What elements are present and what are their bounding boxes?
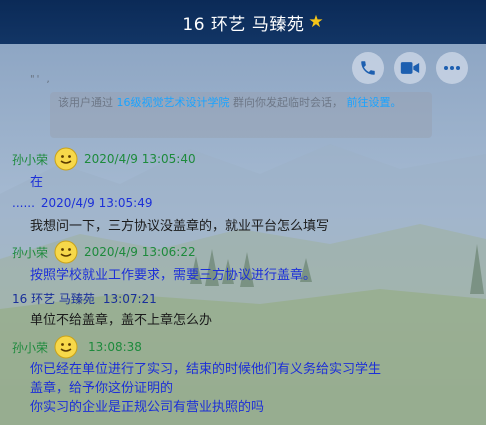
temporary-session-notice: 该用户通过 16级视觉艺术设计学院 群向你发起临时会话， 前往设置。 [50, 92, 432, 138]
message-text-line: 你实习的企业是正规公司有营业执照的吗 [30, 400, 265, 415]
message-time: 13:08:38 [88, 340, 142, 354]
sender-name: 孙小荣 [12, 245, 49, 260]
truncated-text: "' , [30, 74, 52, 85]
message-header: 16 环艺 马臻苑 13:07:21 [12, 290, 157, 307]
notice-middle: 群向你发起临时会话， [233, 96, 343, 109]
message-header: ...... 2020/4/9 13:05:49 [12, 196, 153, 210]
title-bar: 16 环艺 马臻苑 ★ [0, 0, 486, 44]
video-button[interactable] [394, 52, 426, 84]
message-text: 我想问一下，三方协议没盖章的，就业平台怎么填写 [30, 219, 330, 234]
video-icon [400, 62, 420, 74]
group-link[interactable]: 16级视觉艺术设计学院 [117, 96, 230, 109]
message-text-line: 你已经在单位进行了实习，结束的时候他们有义务给实习学生 [30, 362, 382, 377]
smiley-icon [54, 335, 78, 359]
chat-title: 16 环艺 马臻苑 [182, 14, 305, 35]
star-icon: ★ [308, 12, 324, 32]
message-text: 按照学校就业工作要求，需要三方协议进行盖章。 [30, 268, 317, 283]
message-time: 2020/4/9 13:05:49 [40, 196, 153, 210]
message-time: 2020/4/9 13:05:40 [84, 152, 196, 166]
more-icon [444, 66, 460, 70]
more-button[interactable] [436, 52, 468, 84]
message-header: 孙小荣 2020/4/9 13:06:22 [12, 240, 196, 264]
phone-icon [361, 61, 375, 75]
phone-button[interactable] [352, 52, 384, 84]
message-header: 孙小荣 13:08:38 [12, 335, 142, 359]
message-time: 2020/4/9 13:06:22 [84, 245, 196, 259]
message-time: 13:07:21 [102, 291, 157, 306]
message-header: 孙小荣 2020/4/9 13:05:40 [12, 147, 196, 171]
sender-name: 孙小荣 [12, 152, 49, 167]
notice-prefix: 该用户通过 [58, 96, 113, 109]
message-text: 在 [30, 175, 44, 190]
smiley-icon [54, 240, 78, 264]
smiley-icon [54, 147, 78, 171]
message-text: 单位不给盖章，盖不上章怎么办 [30, 313, 213, 328]
settings-link[interactable]: 前往设置。 [347, 96, 402, 109]
chat-toolbar [352, 52, 468, 84]
message-text-line: 盖章，给予你这份证明的 [30, 381, 174, 396]
sender-name: 16 环艺 马臻苑 [12, 292, 95, 306]
sender-name: ...... [12, 196, 35, 210]
sender-name: 孙小荣 [12, 340, 49, 355]
